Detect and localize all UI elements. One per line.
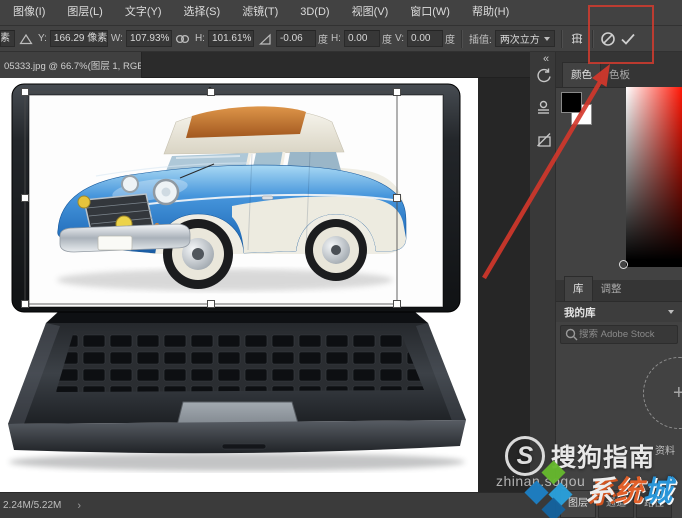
pasteboard	[478, 78, 530, 492]
notes-panel-icon[interactable]	[533, 129, 553, 149]
document-tab[interactable]: 05333.jpg @ 66.7%(图层 1, RGB/8#) * ×	[0, 52, 142, 78]
link-aspect-icon[interactable]	[174, 30, 192, 48]
search-icon	[564, 327, 579, 342]
photoshop-window: 图像(I) 图层(L) 文字(Y) 选择(S) 滤镜(T) 3D(D) 视图(V…	[0, 0, 682, 518]
tab-libraries[interactable]: 库	[564, 276, 593, 301]
history-panel-icon[interactable]	[533, 65, 553, 85]
panel-icon-strip: «	[530, 52, 556, 518]
cancel-transform-button[interactable]	[599, 30, 617, 48]
clone-source-panel-icon[interactable]	[533, 97, 553, 117]
w-label: W:	[110, 33, 124, 44]
library-panel-tabs: 库 调整	[556, 280, 682, 302]
h-label: H:	[194, 33, 206, 44]
divider	[461, 30, 462, 48]
canvas[interactable]	[0, 78, 478, 492]
height-field[interactable]: 101.61%	[208, 30, 254, 47]
vskew-unit: 度	[445, 31, 455, 46]
chevron-down-icon	[668, 310, 674, 314]
divider	[592, 30, 593, 48]
library-search[interactable]	[560, 325, 678, 344]
chevron-down-icon	[544, 37, 550, 41]
document-tab-bar: 05333.jpg @ 66.7%(图层 1, RGB/8#) * ×	[0, 52, 530, 78]
menu-type[interactable]: 文字(Y)	[114, 0, 173, 25]
transform-handle	[22, 89, 29, 96]
menu-image[interactable]: 图像(I)	[2, 0, 56, 25]
rotate-angle-icon	[256, 30, 274, 48]
hskew-label: H:	[330, 33, 342, 44]
document-title: 05333.jpg @ 66.7%(图层 1, RGB/8#) *	[4, 58, 142, 72]
color-gradient-picker[interactable]	[626, 87, 682, 267]
transform-handle	[394, 89, 401, 96]
rotate-field[interactable]: -0.06	[276, 30, 316, 47]
vskew-label: V:	[394, 33, 405, 44]
menu-select[interactable]: 选择(S)	[173, 0, 232, 25]
menu-help[interactable]: 帮助(H)	[461, 0, 520, 25]
transform-handle	[208, 89, 215, 96]
transform-handle	[394, 195, 401, 202]
search-input[interactable]	[579, 329, 671, 340]
color-panel-tabs: 颜色 色板	[556, 52, 682, 88]
document-size: 2.24M/5.22M	[3, 500, 61, 511]
rotate-unit: 度	[318, 31, 328, 46]
menu-bar: 图像(I) 图层(L) 文字(Y) 选择(S) 滤镜(T) 3D(D) 视图(V…	[0, 0, 682, 26]
hskew-field[interactable]: 0.00	[344, 30, 380, 47]
warp-mode-button[interactable]	[568, 30, 586, 48]
tab-color[interactable]: 颜色	[562, 62, 601, 87]
color-picker-cursor[interactable]	[619, 260, 628, 269]
relative-position-icon[interactable]	[17, 30, 35, 48]
layers-panel-tabs: 图层 通道 路径	[556, 490, 682, 518]
tab-swatches[interactable]: 色板	[601, 63, 638, 87]
vskew-field[interactable]: 0.00	[407, 30, 443, 47]
panel-area: 颜色 色板 库 调整 我的库 +	[556, 52, 682, 518]
width-field[interactable]: 107.93%	[126, 30, 172, 47]
menu-window[interactable]: 窗口(W)	[399, 0, 461, 25]
tab-layers[interactable]: 图层	[560, 490, 596, 518]
library-select[interactable]: 我的库	[556, 302, 682, 322]
tab-adjustments[interactable]: 调整	[593, 277, 630, 301]
interpolation-label: 插值:	[468, 31, 493, 46]
menu-filter[interactable]: 滤镜(T)	[231, 0, 289, 25]
transform-options-bar: 像素 Y: 166.29 像素 W: 107.93% H: 101.61% -0…	[0, 26, 682, 52]
interpolation-select[interactable]: 两次立方	[495, 30, 555, 47]
y-position-field[interactable]: 166.29 像素	[50, 30, 108, 47]
status-chevron-icon[interactable]: ›	[77, 500, 81, 512]
collapse-panels-icon[interactable]: «	[543, 53, 549, 65]
y-label: Y:	[37, 33, 48, 44]
divider	[561, 30, 562, 48]
right-dock: « 颜色 色板	[530, 52, 682, 518]
menu-3d[interactable]: 3D(D)	[289, 0, 340, 25]
transform-handle	[22, 195, 29, 202]
status-bar: 2.24M/5.22M ›	[0, 492, 530, 518]
hskew-unit: 度	[382, 31, 392, 46]
transform-handle	[394, 301, 401, 308]
tab-channels[interactable]: 通道	[598, 490, 634, 518]
tab-paths[interactable]: 路径	[636, 490, 672, 518]
x-position-field[interactable]: 像素	[0, 30, 15, 47]
plus-icon: +	[673, 384, 682, 402]
menu-layer[interactable]: 图层(L)	[56, 0, 113, 25]
menu-view[interactable]: 视图(V)	[341, 0, 400, 25]
commit-transform-button[interactable]	[619, 30, 637, 48]
foreground-color-swatch[interactable]	[561, 92, 582, 113]
transform-handle	[208, 301, 215, 308]
transform-handle	[22, 301, 29, 308]
